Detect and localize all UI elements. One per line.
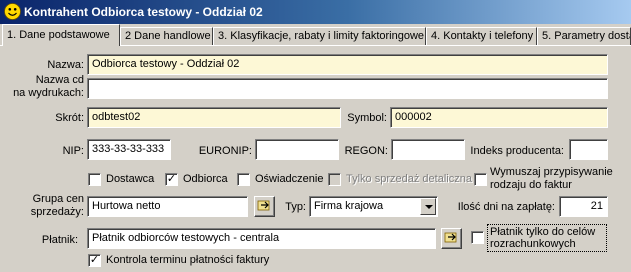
nip-field[interactable]: 333-33-33-333 <box>87 139 171 160</box>
select-arrow-icon <box>444 232 457 243</box>
tab-strip: 1. Dane podstawowe 2 Dane handlowe 3. Kl… <box>0 24 631 46</box>
symbol-field[interactable]: 000002 <box>390 107 608 128</box>
grupa-cen-select-button[interactable] <box>254 196 275 217</box>
tab-kontakty[interactable]: 4. Kontakty i telefony <box>426 27 537 45</box>
dostawca-checkbox[interactable] <box>88 173 101 186</box>
nazwa-cd-label-line1: Nazwa cd <box>35 74 84 86</box>
tab-panel: Nazwa: Odbiorca testowy - Oddział 02 Naz… <box>0 45 631 272</box>
smiley-app-icon <box>4 3 21 20</box>
symbol-label: Symbol: <box>347 112 387 124</box>
tab-label: 1. Dane podstawowe <box>7 29 110 41</box>
tab-dane-podstawowe[interactable]: 1. Dane podstawowe <box>2 24 120 46</box>
nazwa-cd-field[interactable] <box>87 78 608 99</box>
tab-klasyfikacje[interactable]: 3. Klasyfikacje, rabaty i limity faktori… <box>213 27 426 45</box>
tylko-detal-checkbox <box>328 173 341 186</box>
platnik-select-button[interactable] <box>441 228 462 249</box>
dostawca-label: Dostawca <box>106 173 155 185</box>
oswiadczenie-checkbox[interactable] <box>237 173 250 186</box>
typ-label: Typ: <box>285 201 306 213</box>
skrot-label: Skrót: <box>55 112 84 124</box>
euronip-label: EURONIP: <box>198 145 252 157</box>
odbiorca-checkbox[interactable]: ✓ <box>165 173 178 186</box>
typ-value: Firma krajowa <box>314 200 384 212</box>
platnik-rozrachunkowy-label-line2: rozrachunkowych <box>490 238 576 250</box>
dni-na-zaplate-field[interactable]: 21 <box>559 196 608 217</box>
wymuszaj-label-line2: rodzaju do faktur <box>490 179 572 191</box>
platnik-label: Płatnik: <box>41 234 78 246</box>
kontrola-terminu-label: Kontrola terminu płatności faktury <box>106 254 270 266</box>
tab-parametry[interactable]: 5. Parametry dosta <box>537 27 631 45</box>
oswiadczenie-label: Oświadczenie <box>255 173 324 185</box>
tab-dane-handlowe[interactable]: 2 Dane handlowe <box>120 27 213 45</box>
odbiorca-label: Odbiorca <box>183 173 228 185</box>
title-bar[interactable]: Kontrahent Odbiorca testowy - Oddział 02 <box>0 0 631 24</box>
nip-label: NIP: <box>62 145 84 157</box>
tylko-detal-label: Tylko sprzedaż detaliczna <box>346 173 472 185</box>
dni-na-zaplate-label: Ilość dni na zapłatę: <box>457 201 555 213</box>
platnik-rozrachunkowy-checkbox[interactable] <box>471 231 484 244</box>
indeks-producenta-label: Indeks producenta: <box>470 145 564 157</box>
platnik-rozrachunkowy-label-line1: Płatnik tylko do celów <box>490 226 596 238</box>
regon-label: REGON: <box>344 145 388 157</box>
chevron-down-icon[interactable] <box>420 198 436 215</box>
tab-label: 5. Parametry dosta <box>542 30 631 42</box>
grupa-cen-field[interactable]: Hurtowa netto <box>87 196 248 217</box>
tab-label: 4. Kontakty i telefony <box>431 30 534 42</box>
euronip-field[interactable] <box>255 139 339 160</box>
tab-label: 3. Klasyfikacje, rabaty i limity faktori… <box>218 30 425 42</box>
wymuszaj-checkbox[interactable] <box>474 173 487 186</box>
skrot-field[interactable]: odbtest02 <box>87 107 341 128</box>
nazwa-field[interactable]: Odbiorca testowy - Oddział 02 <box>87 54 608 75</box>
typ-combobox[interactable]: Firma krajowa <box>309 196 438 217</box>
wymuszaj-label-line1: Wymuszaj przypisywanie <box>490 166 613 178</box>
select-arrow-icon <box>257 200 270 211</box>
nazwa-cd-label-line2: na wydrukach: <box>13 87 84 99</box>
platnik-field[interactable]: Płatnik odbiorców testowych - centrala <box>87 228 436 249</box>
grupa-cen-label-line1: Grupa cen <box>32 193 84 205</box>
window-title: Kontrahent Odbiorca testowy - Oddział 02 <box>24 5 263 19</box>
kontrola-terminu-checkbox[interactable]: ✓ <box>88 254 101 267</box>
grupa-cen-label-line2: sprzedaży: <box>30 206 84 218</box>
indeks-producenta-field[interactable] <box>569 139 608 160</box>
platnik-rozrachunkowy-focus: Płatnik tylko do celów rozrachunkowych <box>487 224 607 252</box>
regon-field[interactable] <box>391 139 465 160</box>
nazwa-label: Nazwa: <box>47 59 84 71</box>
tab-label: 2 Dane handlowe <box>125 30 211 42</box>
